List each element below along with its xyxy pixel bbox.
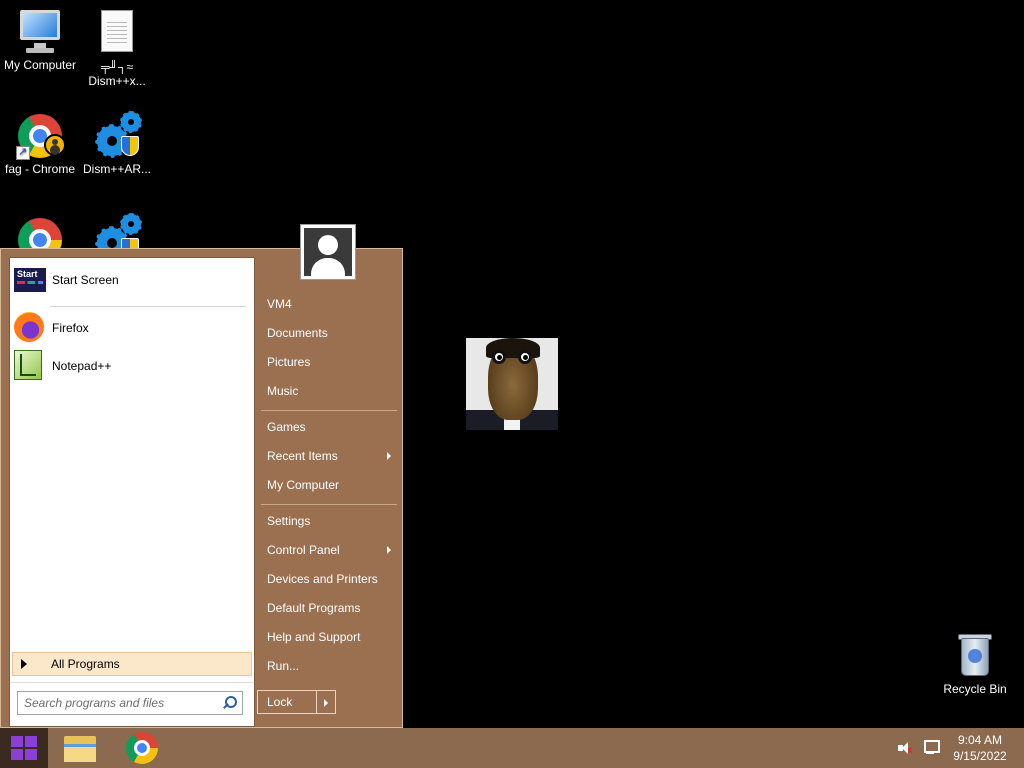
chrome-icon[interactable] (126, 732, 158, 764)
desktop-icon-chrome-profile[interactable]: fag - Chrome (0, 112, 80, 176)
menu-item-label: Pictures (267, 355, 311, 369)
menu-item-label: Games (267, 420, 306, 434)
desktop-icon-label: fag - Chrome (4, 162, 76, 176)
network-icon[interactable] (922, 740, 940, 756)
menu-item-label: Settings (267, 514, 311, 528)
search-icon[interactable] (220, 694, 238, 712)
file-explorer-icon[interactable] (64, 734, 98, 762)
search-separator (10, 682, 254, 683)
pinned-separator (50, 306, 246, 307)
menu-item-help-support[interactable]: Help and Support (259, 624, 399, 650)
menu-item-label: My Computer (267, 478, 340, 492)
firefox-icon (14, 312, 46, 344)
program-firefox[interactable]: Firefox (14, 310, 250, 346)
notepadpp-icon (14, 350, 46, 382)
menu-item-label: Control Panel (267, 543, 340, 557)
lock-label: Lock (267, 695, 293, 709)
program-label: Notepad++ (52, 359, 112, 373)
expand-arrow-icon (21, 659, 27, 669)
desktop-icon-dism-ar[interactable]: Dism++AR... (77, 111, 157, 176)
desktop-icon-label: ╤╜┐≈ (100, 60, 134, 74)
search-box[interactable] (17, 691, 243, 715)
menu-item-my-computer[interactable]: My Computer (259, 472, 399, 498)
start-menu-programs-pane: Start Start Screen Firefox Notepad++ All… (9, 257, 255, 727)
desktop-icon-label-line2: Dism++x... (88, 74, 146, 88)
program-label: Firefox (52, 321, 89, 335)
taskbar: x 9:04 AM 9/15/2022 (0, 728, 1024, 768)
menu-item-label: Documents (267, 326, 328, 340)
menu-item-pictures[interactable]: Pictures (259, 349, 399, 375)
desktop-icon-dism-file[interactable]: ╤╜┐≈ Dism++x... (77, 10, 157, 88)
user-avatar[interactable] (300, 224, 356, 280)
user-icon (304, 228, 352, 276)
menu-separator (261, 410, 397, 411)
menu-item-games[interactable]: Games (259, 414, 399, 440)
menu-separator (261, 504, 397, 505)
recycle-bin-icon (951, 632, 999, 680)
speaker-muted-icon[interactable]: x (898, 741, 914, 756)
submenu-arrow-icon (387, 546, 391, 554)
menu-item-default-programs[interactable]: Default Programs (259, 595, 399, 621)
desktop-image-widget[interactable] (466, 338, 558, 430)
desktop-icon-label: Dism++AR... (82, 162, 151, 176)
program-label: Start Screen (52, 273, 119, 287)
chrome-icon (16, 112, 66, 160)
submenu-arrow-icon (387, 452, 391, 460)
menu-item-label: Music (267, 384, 299, 398)
power-options-arrow-button[interactable] (316, 690, 336, 714)
menu-item-settings[interactable]: Settings (259, 508, 399, 534)
lock-button[interactable]: Lock (257, 690, 317, 714)
document-icon (93, 10, 141, 58)
menu-item-control-panel[interactable]: Control Panel (259, 537, 399, 563)
menu-item-label: Help and Support (267, 630, 361, 644)
menu-item-vm4[interactable]: VM4 (259, 291, 399, 317)
computer-icon (16, 8, 64, 56)
menu-item-run[interactable]: Run... (259, 653, 399, 679)
gear-icon (93, 111, 142, 160)
menu-item-recent-items[interactable]: Recent Items (259, 443, 399, 469)
program-notepadpp[interactable]: Notepad++ (14, 348, 250, 384)
clock-time: 9:04 AM (957, 733, 1003, 747)
start-menu: Start Start Screen Firefox Notepad++ All… (0, 248, 403, 728)
start-screen-icon: Start (14, 264, 46, 296)
desktop-icon-recycle-bin[interactable]: Recycle Bin (935, 632, 1015, 696)
start-button[interactable] (0, 728, 48, 768)
menu-item-label: Default Programs (267, 601, 361, 615)
start-tile-text: Start (17, 269, 38, 279)
menu-item-label: Run... (267, 659, 300, 673)
windows-start-icon (11, 736, 37, 760)
desktop-icon-label: My Computer (3, 58, 77, 72)
menu-item-documents[interactable]: Documents (259, 320, 399, 346)
desktop-icon-my-computer[interactable]: My Computer (0, 8, 80, 72)
all-programs-label: All Programs (51, 657, 120, 671)
desktop-icon-label: Recycle Bin (943, 682, 1007, 696)
clock-date: 9/15/2022 (953, 749, 1007, 763)
menu-item-music[interactable]: Music (259, 378, 399, 404)
search-input[interactable] (18, 693, 220, 713)
program-start-screen[interactable]: Start Start Screen (14, 262, 250, 298)
menu-item-label: Devices and Printers (267, 572, 378, 586)
taskbar-clock[interactable]: 9:04 AM 9/15/2022 (948, 732, 1012, 764)
menu-item-label: VM4 (267, 297, 292, 311)
menu-item-label: Recent Items (267, 449, 338, 463)
all-programs-button[interactable]: All Programs (12, 652, 252, 676)
menu-item-devices-printers[interactable]: Devices and Printers (259, 566, 399, 592)
